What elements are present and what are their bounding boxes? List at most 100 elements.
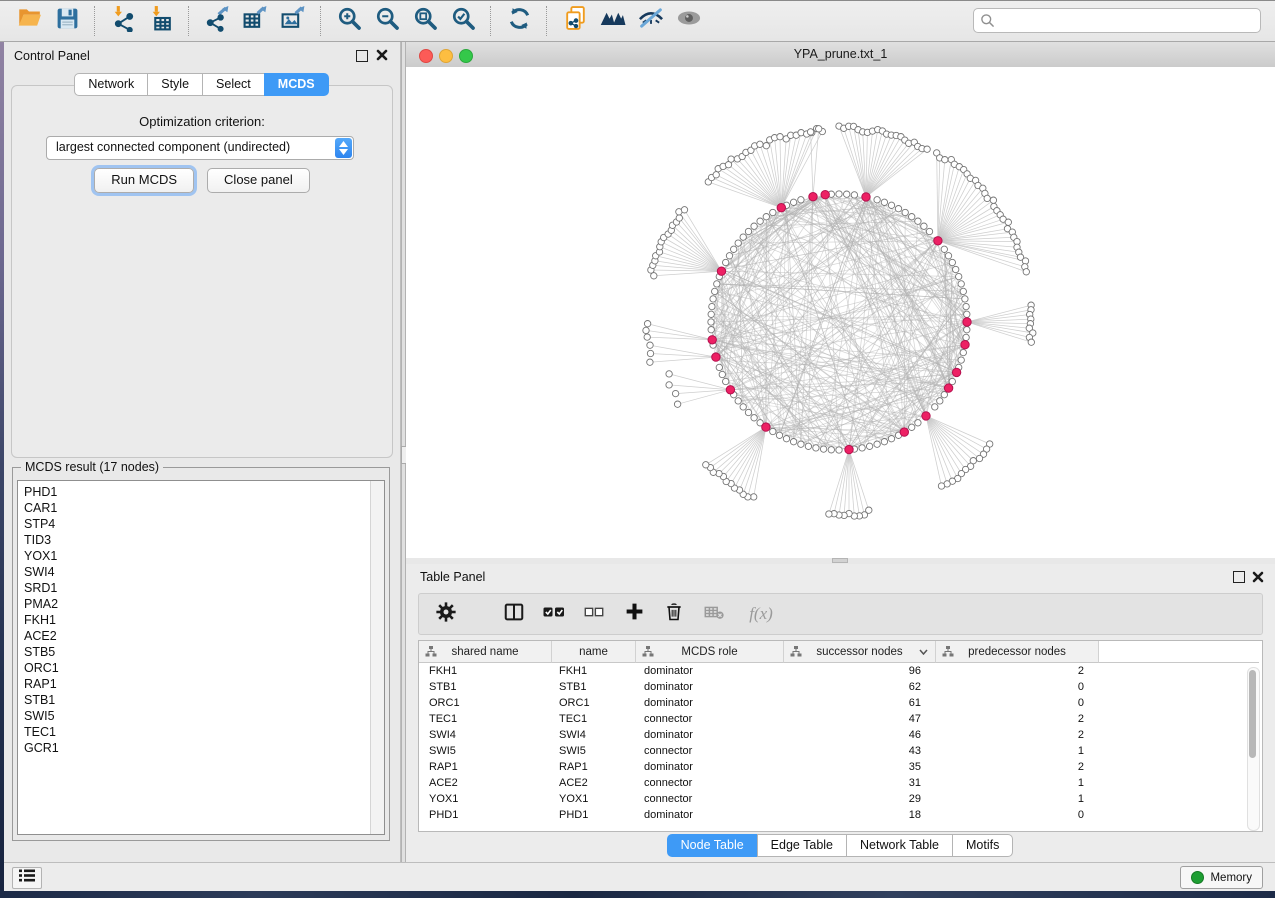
table-row[interactable]: FKH1FKH1dominator962 bbox=[419, 663, 1262, 679]
float-panel-icon[interactable] bbox=[356, 50, 368, 62]
mcds-result-item[interactable]: TID3 bbox=[18, 532, 370, 548]
table-cell[interactable]: YOX1 bbox=[552, 791, 636, 807]
graph-node[interactable] bbox=[956, 273, 962, 279]
graph-node[interactable] bbox=[960, 288, 966, 294]
zoom-selected-button[interactable] bbox=[444, 4, 482, 38]
graph-node[interactable] bbox=[874, 441, 880, 447]
graph-node[interactable] bbox=[976, 455, 982, 461]
graph-node[interactable] bbox=[937, 398, 943, 404]
table-cell[interactable]: dominator bbox=[636, 727, 784, 743]
graph-node[interactable] bbox=[926, 228, 932, 234]
tab-edge-table[interactable]: Edge Table bbox=[757, 834, 847, 857]
mcds-dominator-node[interactable] bbox=[934, 237, 942, 245]
graph-node[interactable] bbox=[798, 441, 804, 447]
table-row[interactable]: TEC1TEC1connector472 bbox=[419, 711, 1262, 727]
graph-node[interactable] bbox=[820, 446, 826, 452]
graph-node[interactable] bbox=[851, 192, 857, 198]
search-input[interactable] bbox=[973, 8, 1261, 33]
network-canvas[interactable] bbox=[406, 67, 1275, 558]
mcds-result-item[interactable]: RAP1 bbox=[18, 676, 370, 692]
mcds-result-item[interactable]: TEC1 bbox=[18, 724, 370, 740]
graph-node[interactable] bbox=[666, 371, 672, 377]
table-cell[interactable]: 96 bbox=[784, 663, 936, 679]
graph-node[interactable] bbox=[958, 357, 964, 363]
mcds-result-item[interactable]: FKH1 bbox=[18, 612, 370, 628]
export-table-button[interactable] bbox=[236, 4, 274, 38]
graph-node[interactable] bbox=[941, 246, 947, 252]
table-row[interactable]: STB1STB1dominator620 bbox=[419, 679, 1262, 695]
graph-node[interactable] bbox=[728, 156, 734, 162]
table-cell[interactable]: 43 bbox=[784, 743, 936, 759]
table-cell[interactable]: RAP1 bbox=[552, 759, 636, 775]
graph-node[interactable] bbox=[859, 445, 865, 451]
table-cell[interactable]: FKH1 bbox=[552, 663, 636, 679]
graph-node[interactable] bbox=[963, 303, 969, 309]
table-row[interactable]: ORC1ORC1dominator610 bbox=[419, 695, 1262, 711]
tab-node-table[interactable]: Node Table bbox=[667, 834, 758, 857]
graph-node[interactable] bbox=[984, 195, 990, 201]
table-cell[interactable]: RAP1 bbox=[419, 759, 552, 775]
graph-node[interactable] bbox=[674, 401, 680, 407]
graph-node[interactable] bbox=[644, 321, 650, 327]
table-cell[interactable]: dominator bbox=[636, 663, 784, 679]
table-cell[interactable]: PHD1 bbox=[419, 807, 552, 823]
graph-node[interactable] bbox=[915, 218, 921, 224]
graph-node[interactable] bbox=[672, 390, 678, 396]
tab-mcds[interactable]: MCDS bbox=[264, 73, 329, 96]
table-cell[interactable]: ORC1 bbox=[552, 695, 636, 711]
graph-node[interactable] bbox=[888, 436, 894, 442]
mcds-result-item[interactable]: SWI5 bbox=[18, 708, 370, 724]
table-cell[interactable]: connector bbox=[636, 775, 784, 791]
mcds-dominator-node[interactable] bbox=[963, 318, 971, 326]
graph-node[interactable] bbox=[813, 445, 819, 451]
task-history-button[interactable] bbox=[12, 867, 42, 889]
table-row[interactable]: PHD1PHD1dominator180 bbox=[419, 807, 1262, 823]
graph-node[interactable] bbox=[666, 382, 672, 388]
table-cell[interactable]: STB1 bbox=[552, 679, 636, 695]
column-header-successor-nodes[interactable]: successor nodes bbox=[784, 641, 936, 663]
graph-node[interactable] bbox=[844, 191, 850, 197]
table-cell[interactable]: connector bbox=[636, 711, 784, 727]
import-network-button[interactable] bbox=[104, 4, 142, 38]
table-cell[interactable]: 61 bbox=[784, 695, 936, 711]
graph-node[interactable] bbox=[828, 447, 834, 453]
graph-node[interactable] bbox=[958, 281, 964, 287]
graph-node[interactable] bbox=[751, 223, 757, 229]
close-panel-button[interactable]: Close panel bbox=[207, 168, 310, 193]
mcds-result-item[interactable]: STP4 bbox=[18, 516, 370, 532]
mcds-dominator-node[interactable] bbox=[961, 341, 969, 349]
hide-selected-button[interactable] bbox=[632, 4, 670, 38]
memory-button[interactable]: Memory bbox=[1180, 866, 1263, 889]
graph-node[interactable] bbox=[740, 234, 746, 240]
column-header-MCDS-role[interactable]: MCDS role bbox=[636, 641, 784, 663]
graph-node[interactable] bbox=[723, 259, 729, 265]
graph-node[interactable] bbox=[735, 398, 741, 404]
graph-node[interactable] bbox=[964, 327, 970, 333]
table-scrollbar-thumb[interactable] bbox=[1249, 670, 1256, 758]
graph-node[interactable] bbox=[712, 288, 718, 294]
table-cell[interactable]: 0 bbox=[936, 695, 1099, 711]
import-table-button[interactable] bbox=[142, 4, 180, 38]
graph-node[interactable] bbox=[757, 218, 763, 224]
table-cell[interactable]: 31 bbox=[784, 775, 936, 791]
table-cell[interactable]: 2 bbox=[936, 727, 1099, 743]
table-cell[interactable]: connector bbox=[636, 743, 784, 759]
graph-node[interactable] bbox=[714, 281, 720, 287]
float-panel-icon[interactable] bbox=[1233, 571, 1245, 583]
table-cell[interactable]: STB1 bbox=[419, 679, 552, 695]
mcds-dominator-node[interactable] bbox=[944, 384, 952, 392]
table-cell[interactable]: 1 bbox=[936, 775, 1099, 791]
graph-node[interactable] bbox=[745, 409, 751, 415]
mcds-result-item[interactable]: SWI4 bbox=[18, 564, 370, 580]
table-settings-button[interactable] bbox=[431, 599, 461, 629]
table-cell[interactable]: connector bbox=[636, 791, 784, 807]
mcds-dominator-node[interactable] bbox=[862, 193, 870, 201]
graph-node[interactable] bbox=[990, 197, 996, 203]
network-graph[interactable] bbox=[406, 67, 1275, 558]
graph-node[interactable] bbox=[942, 157, 948, 163]
graph-node[interactable] bbox=[798, 197, 804, 203]
splitter-handle[interactable] bbox=[832, 558, 848, 563]
graph-node[interactable] bbox=[713, 172, 719, 178]
mcds-dominator-node[interactable] bbox=[712, 353, 720, 361]
select-all-button[interactable] bbox=[539, 599, 569, 629]
